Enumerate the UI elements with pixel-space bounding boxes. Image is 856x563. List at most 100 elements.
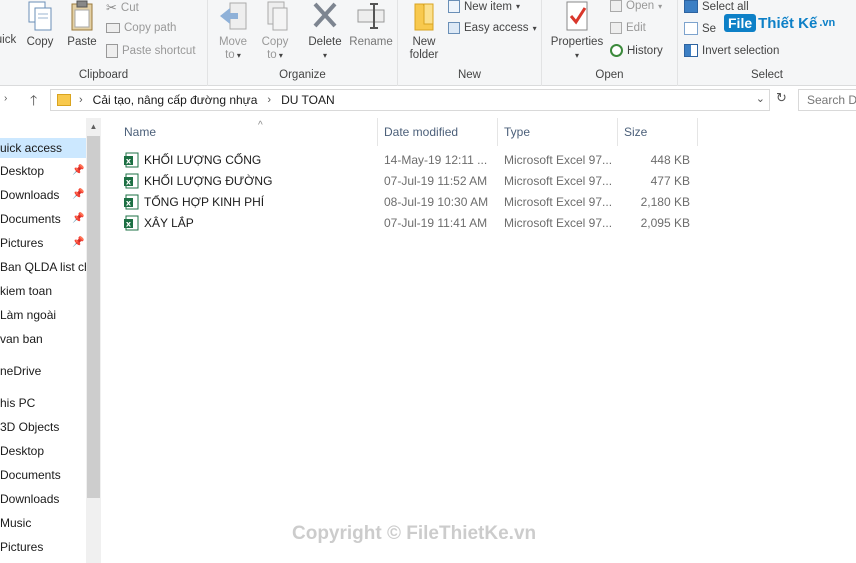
file-type: Microsoft Excel 97... [504, 195, 613, 209]
nav-item-pc-documents[interactable]: Documents [0, 468, 61, 482]
select-group-label: Select [751, 69, 783, 81]
easy-access-button[interactable]: Easy access ▾ [448, 22, 537, 34]
refresh-icon[interactable]: ↻ [776, 90, 787, 106]
nav-scrollbar[interactable]: ▲ [86, 118, 101, 563]
ribbon: uick Copy Paste ✂ Cut Copy path [0, 0, 856, 86]
history-button[interactable]: History [610, 44, 663, 57]
excel-file-icon: x [124, 173, 139, 189]
svg-text:x: x [126, 220, 132, 229]
history-icon [610, 44, 623, 57]
column-header-date[interactable]: Date modified [378, 118, 498, 146]
rename-label: Rename [349, 36, 393, 48]
file-size: 2,180 KB [640, 195, 690, 209]
file-row[interactable]: x KHỐI LƯỢNG CỐNG 14-May-19 12:11 ... Mi… [118, 150, 698, 171]
file-size: 2,095 KB [640, 216, 690, 230]
select-all-button[interactable]: Select all [684, 0, 749, 13]
delete-button[interactable]: Delete ▾ [306, 0, 344, 62]
move-to-button[interactable]: Move to ▾ [216, 0, 250, 62]
folder-icon [57, 94, 71, 106]
clipboard-group-label: Clipboard [78, 69, 129, 81]
chevron-down-icon: ▾ [322, 51, 327, 60]
paste-button[interactable]: Paste [64, 0, 100, 49]
pin-icon: 📌 [72, 213, 85, 224]
chevron-down-icon: ▾ [574, 51, 579, 60]
nav-item-van-ban[interactable]: van ban [0, 332, 43, 346]
scrollbar-thumb[interactable] [87, 136, 100, 498]
file-row[interactable]: x XÂY LẮP 07-Jul-19 11:41 AM Microsoft E… [118, 213, 698, 234]
nav-item-downloads[interactable]: Downloads [0, 188, 59, 202]
pin-icon: 📌 [72, 189, 85, 200]
new-item-button[interactable]: New item ▾ [448, 0, 520, 13]
site-logo: File Thiết Kế .vn [724, 14, 835, 32]
file-list: Name ^ Date modified Type Size x KHỐI LƯ… [104, 118, 856, 563]
properties-icon [566, 1, 588, 31]
nav-item-pc-desktop[interactable]: Desktop [0, 444, 44, 458]
properties-button[interactable]: Properties ▾ [548, 0, 606, 62]
excel-file-icon: x [124, 215, 139, 231]
select-none-button[interactable]: Se [684, 22, 716, 35]
new-folder-button[interactable]: New folder [404, 0, 444, 62]
copy-to-icon [267, 1, 288, 31]
nav-item-documents[interactable]: Documents [0, 212, 61, 226]
address-dropdown-icon[interactable]: ⌄ [756, 92, 765, 105]
breadcrumb-parent[interactable]: Cải tạo, nâng cấp đường nhựa [93, 93, 258, 107]
pin-quick-access-button[interactable]: uick [0, 34, 18, 47]
organize-group: Move to ▾ Copy to ▾ Delete ▾ Rename Orga… [208, 0, 398, 86]
nav-item-kiem-toan[interactable]: kiem toan [0, 284, 52, 298]
open-group-label: Open [595, 69, 624, 81]
new-item-icon [448, 0, 460, 13]
nav-item-3d-objects[interactable]: 3D Objects [0, 420, 59, 434]
rename-button[interactable]: Rename [348, 0, 394, 49]
open-icon [610, 0, 622, 12]
recent-locations-icon[interactable]: › [4, 93, 7, 104]
edit-label: Edit [626, 22, 646, 34]
new-folder-label-line2: folder [409, 49, 439, 61]
address-row: › 🡑 › Cải tạo, nâng cấp đường nhựa › DU … [0, 88, 856, 114]
copy-path-icon [106, 23, 120, 33]
nav-item-onedrive[interactable]: neDrive [0, 364, 41, 378]
copy-path-label: Copy path [124, 22, 177, 34]
nav-item-this-pc[interactable]: his PC [0, 396, 35, 410]
breadcrumb-current[interactable]: DU TOAN [281, 93, 335, 107]
search-input[interactable]: Search DU [798, 89, 856, 111]
pin-icon: 📌 [72, 237, 85, 248]
edit-button[interactable]: Edit [610, 22, 646, 34]
paste-icon [71, 0, 93, 31]
nav-item-pc-downloads[interactable]: Downloads [0, 492, 59, 506]
nav-item-music[interactable]: Music [0, 516, 31, 530]
new-folder-label-line1: New [412, 36, 436, 48]
nav-item-desktop[interactable]: Desktop [0, 164, 44, 178]
nav-item-pc-pictures[interactable]: Pictures [0, 540, 43, 554]
up-arrow-icon[interactable]: 🡑 [30, 90, 37, 114]
file-row[interactable]: x TỔNG HỢP KINH PHÍ 08-Jul-19 10:30 AM M… [118, 192, 698, 213]
column-header-name[interactable]: Name ^ [118, 118, 378, 146]
copy-path-button[interactable]: Copy path [106, 22, 176, 34]
svg-text:x: x [126, 178, 132, 187]
column-header-type[interactable]: Type [498, 118, 618, 146]
cut-button[interactable]: ✂ Cut [106, 0, 139, 16]
nav-item-ban-qlda[interactable]: Ban QLDA list ch [0, 260, 86, 274]
address-bar[interactable]: › Cải tạo, nâng cấp đường nhựa › DU TOAN… [50, 89, 770, 111]
file-row[interactable]: x KHỐI LƯỢNG ĐƯỜNG 07-Jul-19 11:52 AM Mi… [118, 171, 698, 192]
open-label: Open [626, 0, 655, 12]
invert-selection-button[interactable]: Invert selection [684, 44, 779, 57]
nav-item-quick-access[interactable]: uick access [0, 138, 86, 158]
scroll-up-icon[interactable]: ▲ [86, 118, 101, 135]
file-name: TỔNG HỢP KINH PHÍ [144, 195, 265, 209]
nav-item-pictures[interactable]: Pictures [0, 236, 43, 250]
copy-to-label-line1: Copy [261, 36, 289, 48]
nav-item-lam-ngoai[interactable]: Làm ngoài [0, 308, 56, 322]
breadcrumb-separator-icon[interactable]: › [267, 94, 271, 106]
open-button[interactable]: Open ▾ [610, 0, 662, 12]
breadcrumb-separator-icon[interactable]: › [79, 94, 83, 106]
chevron-down-icon: ▾ [532, 23, 537, 33]
copy-button[interactable]: Copy [22, 0, 58, 49]
edit-icon [610, 22, 622, 34]
new-group-label: New [457, 69, 481, 81]
chevron-down-icon: ▾ [234, 51, 241, 60]
column-header-size[interactable]: Size [618, 118, 698, 146]
paste-shortcut-button[interactable]: Paste shortcut [106, 44, 196, 58]
paste-shortcut-label: Paste shortcut [122, 45, 196, 57]
copy-to-button[interactable]: Copy to ▾ [258, 0, 292, 62]
cut-label: Cut [120, 2, 139, 14]
